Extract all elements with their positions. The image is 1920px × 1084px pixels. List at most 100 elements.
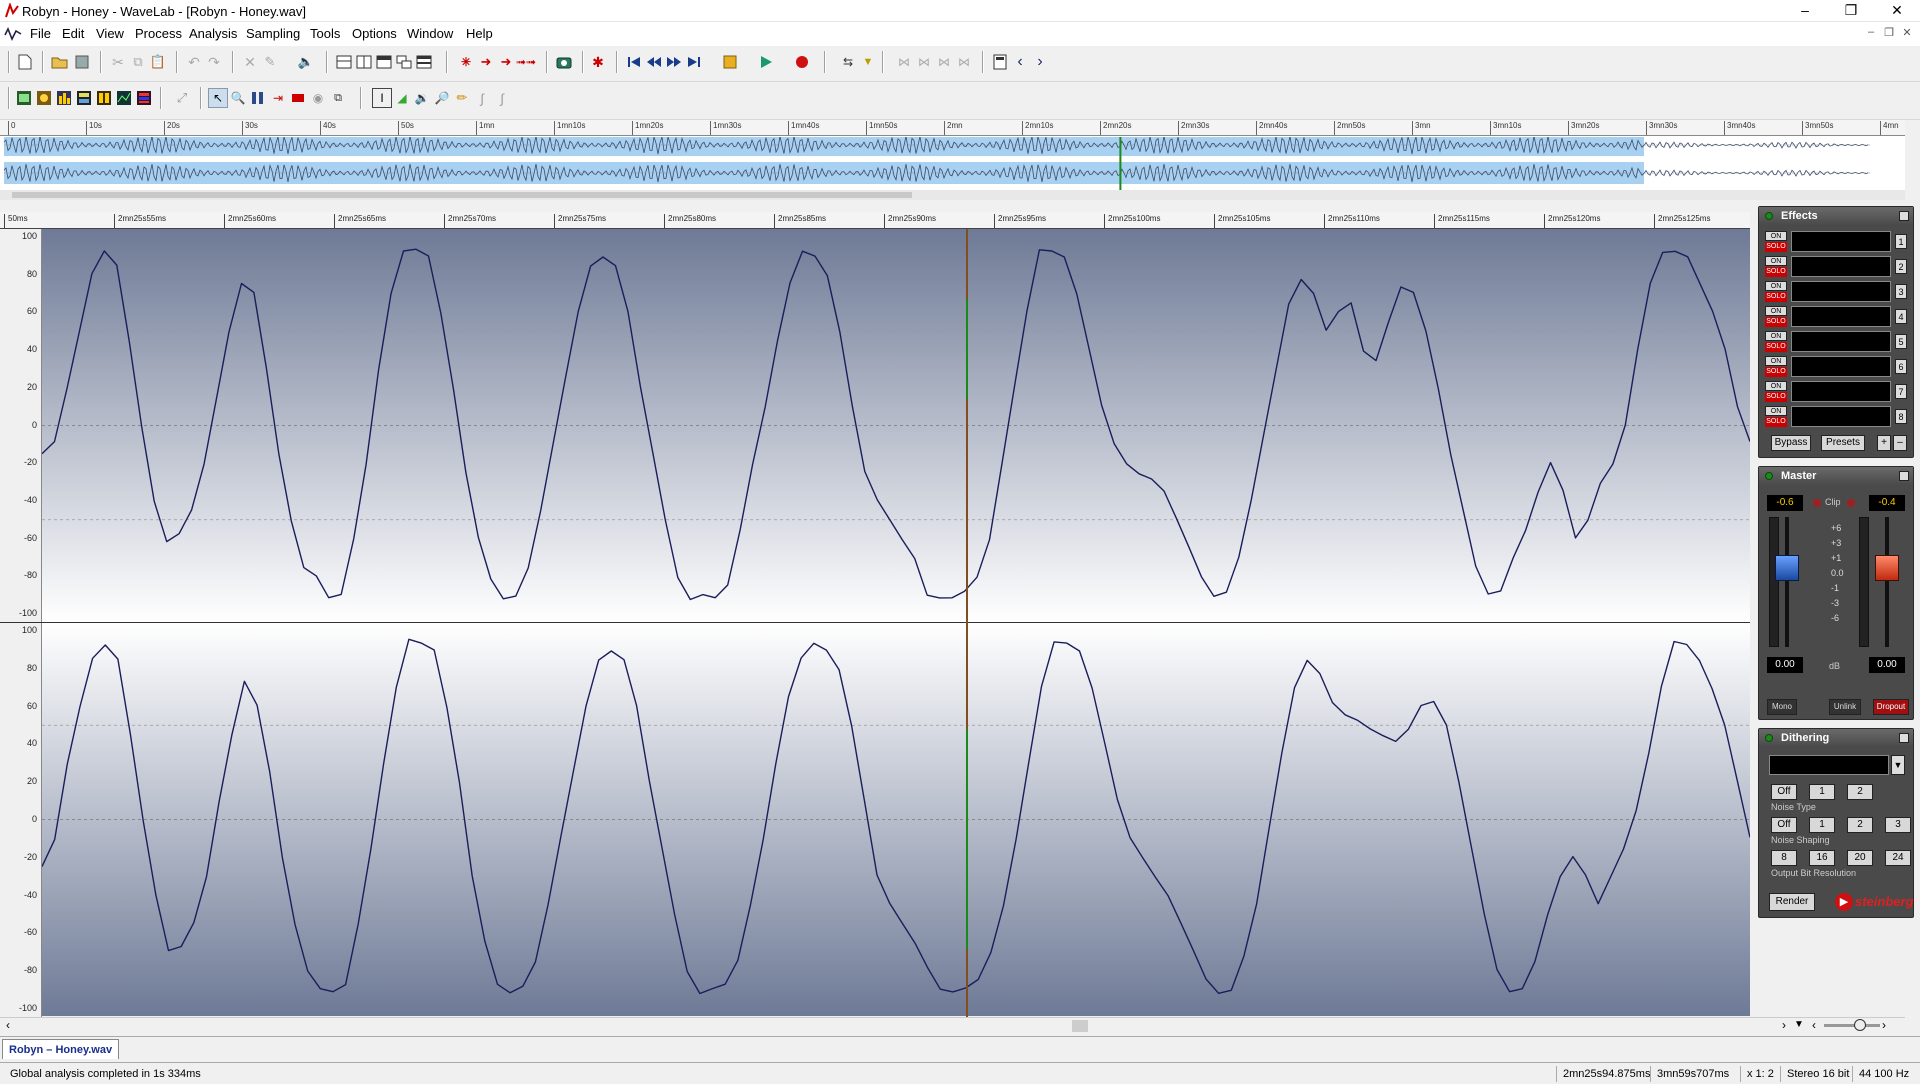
waveform-canvas[interactable] [0,229,1750,1017]
mono-button[interactable]: Mono [1767,699,1797,715]
overview-scroll-thumb[interactable] [12,192,912,198]
play-tool-icon[interactable] [248,88,268,108]
gain-left-display[interactable]: 0.00 [1767,657,1803,673]
plugin-7-icon[interactable] [134,88,154,108]
bypass-button[interactable]: Bypass [1771,435,1811,451]
gain-right-display[interactable]: 0.00 [1869,657,1905,673]
effect-on-button[interactable]: ON [1765,406,1787,416]
wavelab-app-icon[interactable] [4,3,20,19]
waveform-vertical-scrollbar[interactable] [1893,920,1907,1017]
noise-type-2-button[interactable]: 2 [1847,784,1873,800]
remove-effect-button[interactable]: – [1893,435,1907,451]
pencil-tool-icon[interactable]: ✏ [452,88,472,108]
zoom-out-icon[interactable]: ‹ [1812,1018,1816,1032]
effect-on-button[interactable]: ON [1765,306,1787,316]
effect-plugin-select[interactable] [1791,381,1891,402]
magnifier-tool-icon[interactable]: 🔎 [432,88,452,108]
plugin-1-icon[interactable] [14,88,34,108]
go-to-start-icon[interactable] [624,52,644,72]
overview-vertical-scrollbar[interactable] [1905,120,1920,200]
effect-solo-button[interactable]: SOLO [1765,367,1787,377]
effects-power-led[interactable] [1765,212,1773,220]
mdi-close-button[interactable]: ✕ [1898,26,1916,42]
effect-slot-number[interactable]: 8 [1895,409,1907,424]
resize-icon[interactable]: ⤢ [172,88,192,108]
master-power-led[interactable] [1765,472,1773,480]
loop-mode-icon[interactable]: ⇆ [838,52,858,72]
bit-16-button[interactable]: 16 [1809,850,1835,866]
zoom-slider-knob[interactable] [1854,1019,1866,1031]
scroll-thumb[interactable] [1072,1020,1088,1032]
window-cascade-icon[interactable] [394,52,414,72]
effect-slot-number[interactable]: 4 [1895,309,1907,324]
effects-minimize-button[interactable] [1899,211,1909,221]
save-icon[interactable] [72,52,92,72]
effect-plugin-select[interactable] [1791,231,1891,252]
chevron-right-icon[interactable]: › [1030,52,1050,72]
zoom-tool-icon[interactable]: 🔍 [228,88,248,108]
effect-plugin-select[interactable] [1791,256,1891,277]
menu-edit[interactable]: Edit [62,26,84,41]
audio-format-display[interactable]: Stereo 16 bit [1780,1066,1849,1082]
horizontal-scrollbar[interactable]: ‹ › ▼ ‹ › [0,1017,1905,1033]
zoom-menu-icon[interactable]: ▼ [1794,1019,1804,1030]
mdi-minimize-button[interactable]: – [1862,26,1880,42]
bit-24-button[interactable]: 24 [1885,850,1911,866]
delete-icon[interactable]: ✕ [240,52,260,72]
effect-plugin-select[interactable] [1791,306,1891,327]
overview-scrollbar[interactable] [0,190,1905,200]
unlink-button[interactable]: Unlink [1829,699,1861,715]
effect-solo-button[interactable]: SOLO [1765,267,1787,277]
zoom-factor-display[interactable]: x 1: 2 [1740,1066,1774,1082]
marker-insert-icon[interactable]: ✳ [456,52,476,72]
snap-prev-icon[interactable]: ⋈ [914,52,934,72]
effect-on-button[interactable]: ON [1765,256,1787,266]
dithering-plugin-select[interactable] [1769,755,1889,775]
waveform-menu-icon[interactable] [4,25,22,43]
effect-on-button[interactable]: ON [1765,356,1787,366]
chevron-left-icon[interactable]: ‹ [1010,52,1030,72]
sample-rate-display[interactable]: 44 100 Hz [1852,1066,1909,1082]
effect-solo-button[interactable]: SOLO [1765,317,1787,327]
gain-tool-icon[interactable]: ◉ [308,88,328,108]
calculator-icon[interactable] [990,52,1010,72]
master-minimize-button[interactable] [1899,471,1909,481]
bit-8-button[interactable]: 8 [1771,850,1797,866]
menu-view[interactable]: View [96,26,124,41]
speaker-tool-icon[interactable]: 🔉 [412,88,432,108]
plugin-4-icon[interactable] [74,88,94,108]
menu-process[interactable]: Process [135,26,182,41]
effect-slot-number[interactable]: 6 [1895,359,1907,374]
bit-20-button[interactable]: 20 [1847,850,1873,866]
noise-shaping-1-button[interactable]: 1 [1809,817,1835,833]
select-tool-icon[interactable]: ↖ [208,88,228,108]
fader-left-knob[interactable] [1775,555,1799,582]
scrub-tool-icon[interactable]: ⇥ [268,88,288,108]
marker-multi-icon[interactable]: ➟➟ [516,52,536,72]
zoom-in-icon[interactable]: › [1882,1018,1886,1032]
effect-solo-button[interactable]: SOLO [1765,242,1787,252]
effect-slot-number[interactable]: 1 [1895,234,1907,249]
effect-solo-button[interactable]: SOLO [1765,292,1787,302]
snap-first-icon[interactable]: ⋈ [894,52,914,72]
overview-panel[interactable]: 0 10s 20s 30s 40s 50s 1mn 1mn10s 1mn20s 1mn30s 1mn… [0,120,1920,200]
zoom-slider-track[interactable] [1824,1024,1880,1027]
noise-shaping-2-button[interactable]: 2 [1847,817,1873,833]
plugin-6-icon[interactable] [114,88,134,108]
marker-tool-icon[interactable]: ◢ [392,88,412,108]
plugin-3-icon[interactable] [54,88,74,108]
text-cursor-icon[interactable]: I [372,88,392,108]
trim-icon[interactable]: ✎ [260,52,280,72]
window-arrange-icon[interactable] [414,52,434,72]
effect-slot-number[interactable]: 3 [1895,284,1907,299]
record-icon[interactable] [792,52,812,72]
effect-solo-button[interactable]: SOLO [1765,417,1787,427]
scroll-left-icon[interactable]: ‹ [6,1018,10,1032]
curve-tool-icon[interactable]: ∫ [472,88,492,108]
mute-tool-icon[interactable] [288,88,308,108]
effect-plugin-select[interactable] [1791,406,1891,427]
open-folder-icon[interactable] [50,52,70,72]
envelope-tool-icon[interactable]: ∫ [492,88,512,108]
plugin-2-icon[interactable] [34,88,54,108]
paste-icon[interactable]: 📋 [148,52,168,72]
